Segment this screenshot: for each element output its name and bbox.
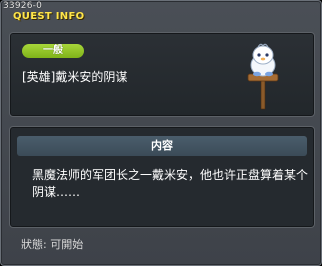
quest-id: 33926-0 [3, 1, 43, 11]
quest-description: 黑魔法师的军团长之一戴米安，他也许正盘算着某个阴谋…… [32, 168, 309, 199]
quest-name: [英雄]戴米安的阴谋 [22, 70, 128, 84]
quest-content-panel: 内容 黑魔法师的军团长之一戴米安，他也许正盘算着某个阴谋…… [9, 126, 315, 228]
quest-info-window: 33926-0 QUEST INFO 一般 [英雄]戴米安的阴谋 内容 黑魔法师… [0, 0, 322, 266]
window-title: QUEST INFO [13, 11, 85, 22]
status-value: 可開始 [50, 238, 84, 251]
snowman-signpost-icon [247, 43, 279, 110]
quest-summary-panel: 一般 [英雄]戴米安的阴谋 [9, 32, 315, 117]
content-section-header: 内容 [17, 136, 307, 156]
category-badge: 一般 [22, 44, 84, 58]
quest-status: 狀態: 可開始 [21, 238, 83, 252]
status-label: 狀態: [21, 238, 47, 251]
